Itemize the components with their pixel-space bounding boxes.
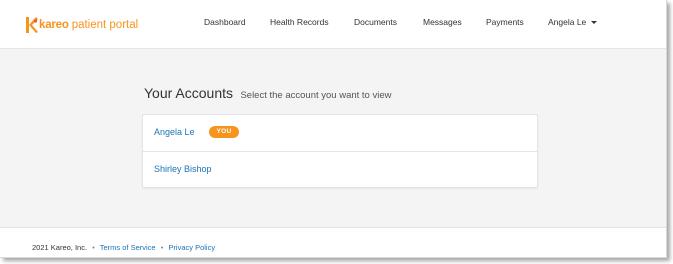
footer-separator: • [92, 243, 95, 252]
logo-brand-text: kareo [39, 19, 69, 31]
accounts-heading: Your Accounts Select the account you wan… [144, 85, 391, 103]
account-row-shirley-bishop[interactable]: Shirley Bishop [143, 152, 537, 189]
nav-messages[interactable]: Messages [423, 17, 462, 27]
nav-dashboard[interactable]: Dashboard [204, 17, 246, 27]
page-title: Your Accounts [144, 85, 233, 101]
caret-down-icon [591, 20, 598, 24]
account-name[interactable]: Shirley Bishop [154, 164, 212, 174]
copyright-text: 2021 Kareo, Inc. [32, 243, 88, 252]
nav-documents[interactable]: Documents [354, 17, 397, 27]
logo-suffix-text: patient portal [71, 19, 139, 31]
page-subtitle: Select the account you want to view [240, 90, 392, 101]
you-badge: YOU [209, 126, 239, 138]
page-footer: 2021 Kareo, Inc. • Terms of Service • Pr… [0, 227, 666, 257]
account-row-angela-le[interactable]: Angela Le YOU [143, 115, 537, 152]
accounts-list: Angela Le YOU Shirley Bishop [142, 114, 538, 188]
terms-of-service-link[interactable]: Terms of Service [100, 243, 156, 252]
top-navbar: kareo patient portal Dashboard Health Re… [0, 0, 666, 49]
nav-payments[interactable]: Payments [486, 17, 524, 27]
user-menu[interactable]: Angela Le [548, 17, 598, 27]
kareo-logo[interactable]: kareo patient portal [24, 15, 138, 35]
portal-window: kareo patient portal Dashboard Health Re… [0, 0, 667, 258]
user-menu-label: Angela Le [548, 17, 587, 27]
footer-line: 2021 Kareo, Inc. • Terms of Service • Pr… [32, 243, 215, 252]
footer-separator: • [160, 243, 164, 252]
privacy-policy-link[interactable]: Privacy Policy [168, 243, 215, 252]
account-name[interactable]: Angela Le [154, 127, 195, 137]
nav-health-records[interactable]: Health Records [270, 17, 329, 27]
kareo-k-icon [26, 17, 38, 33]
